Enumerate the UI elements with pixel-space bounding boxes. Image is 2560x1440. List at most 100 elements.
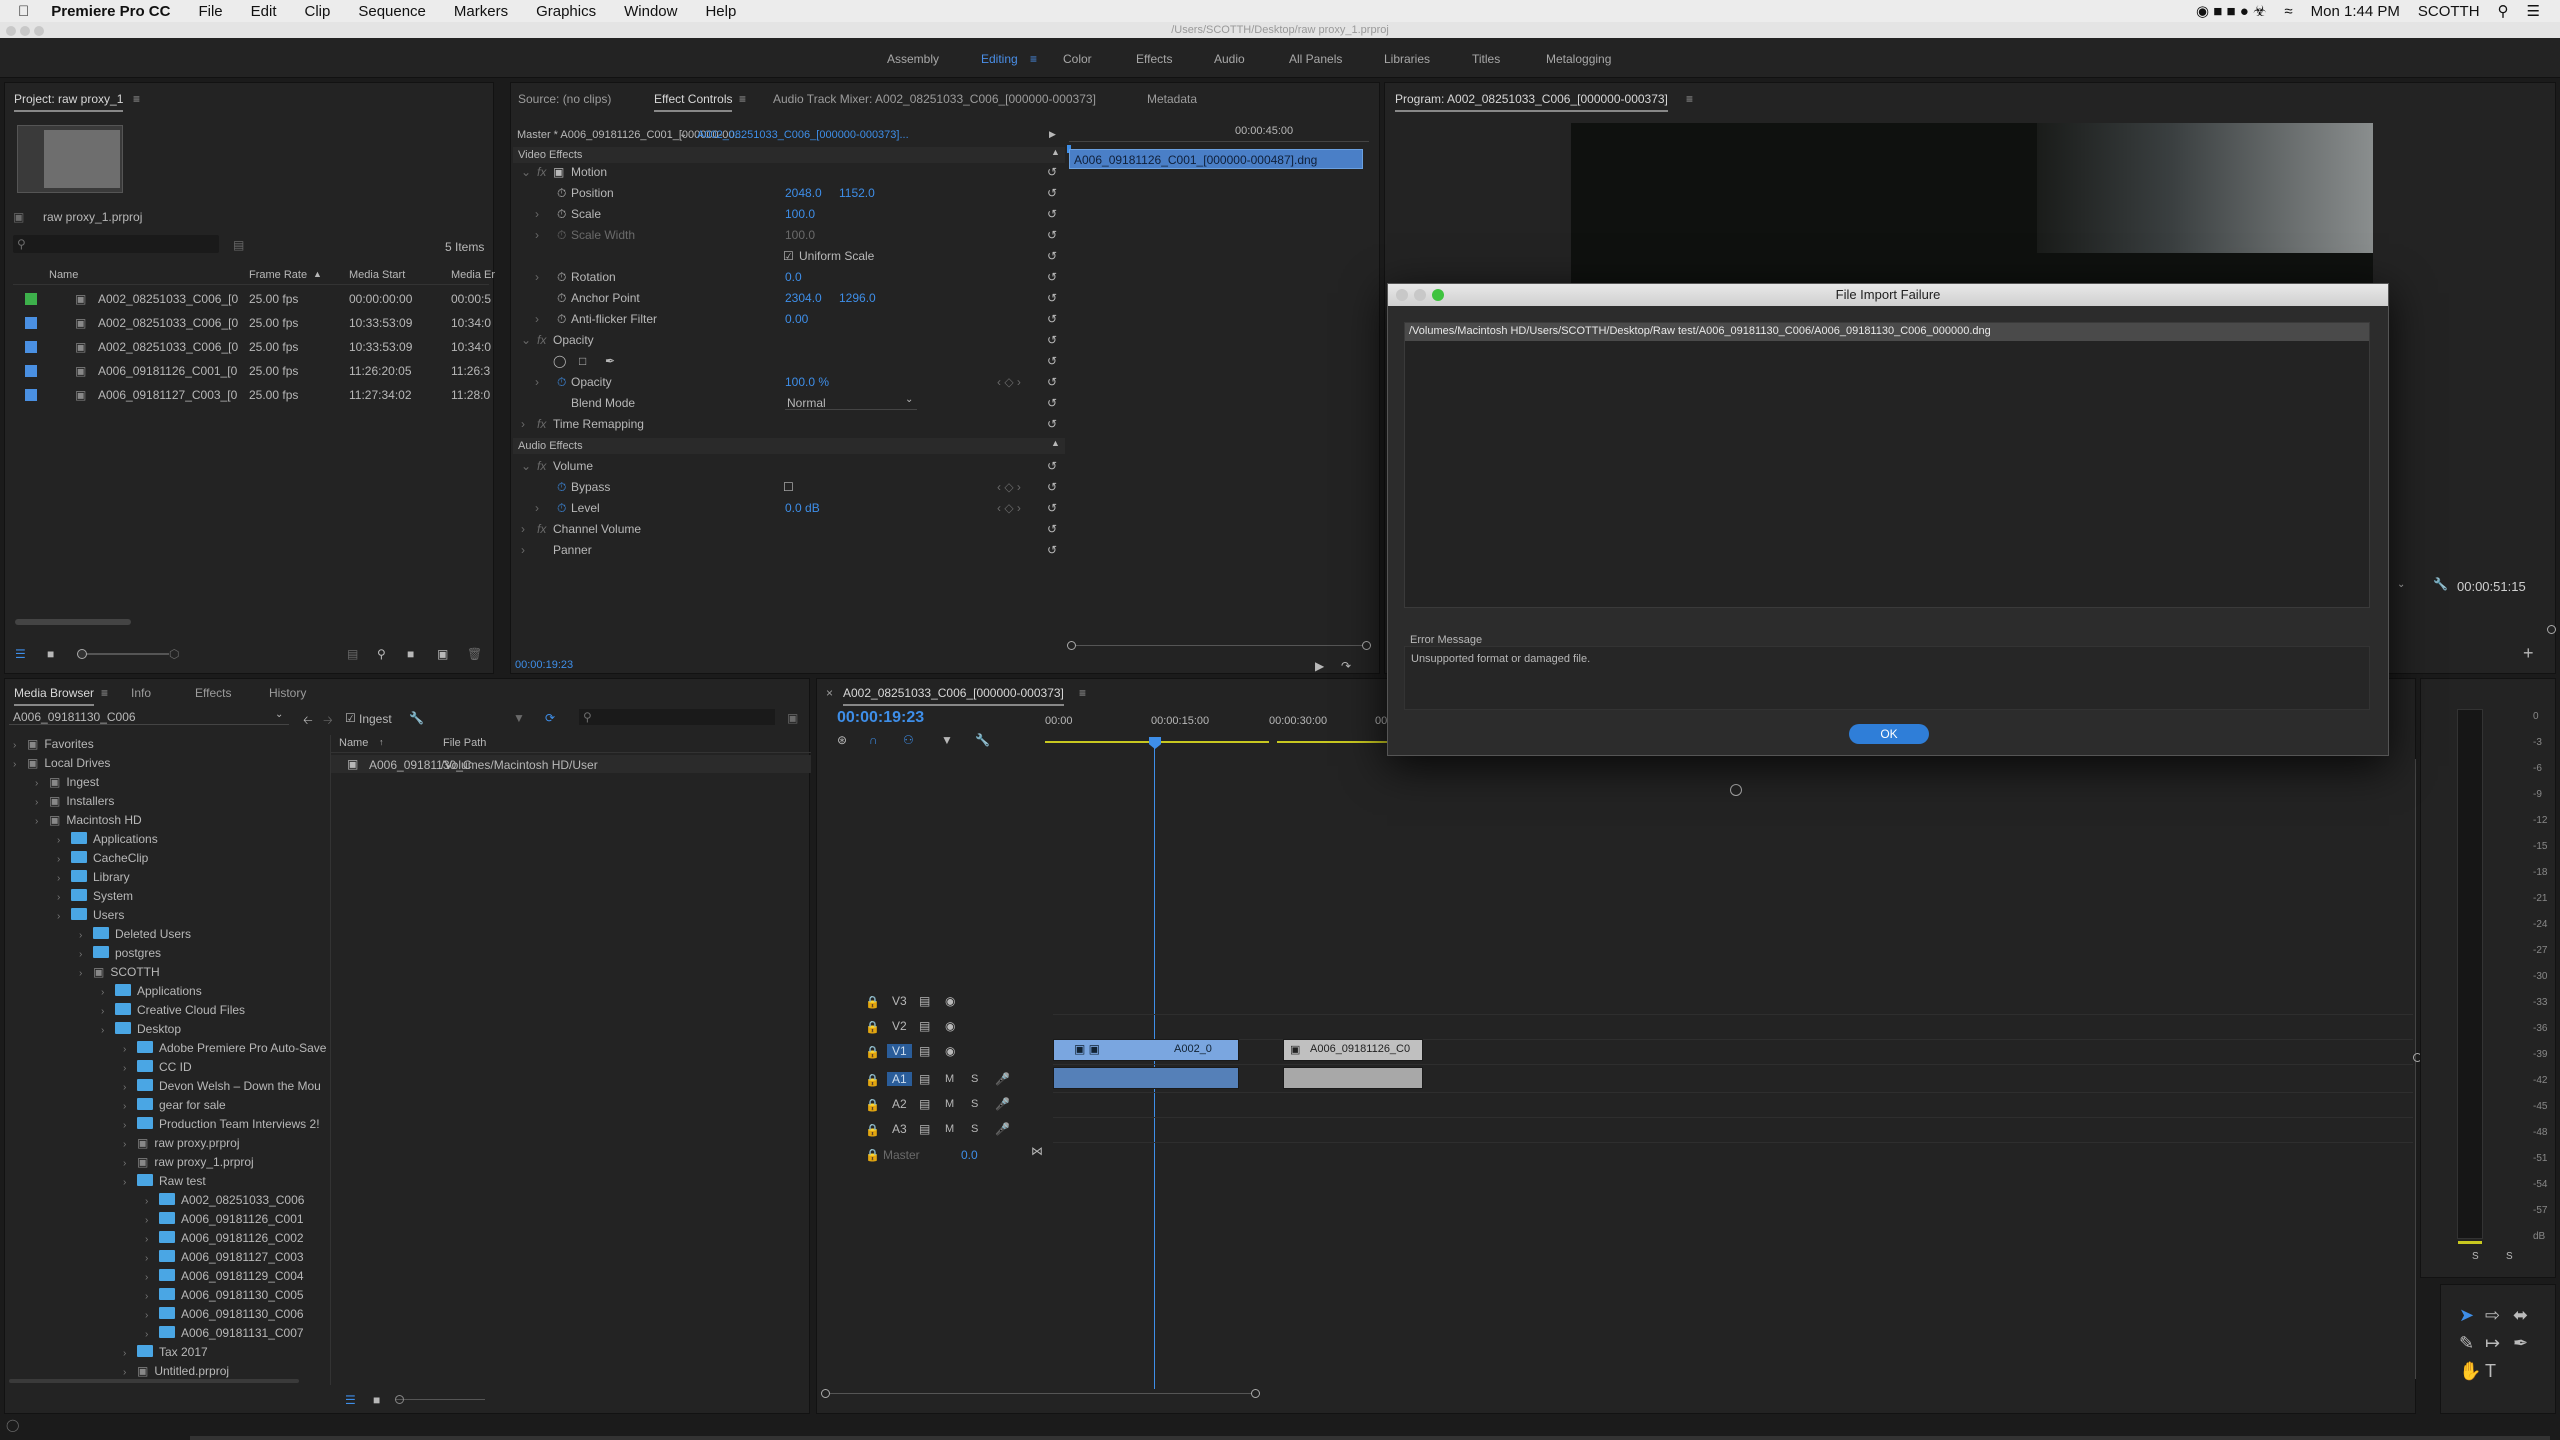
export-icon[interactable]: ↷ bbox=[1341, 659, 1351, 673]
label-color-swatch[interactable] bbox=[25, 365, 37, 377]
reset-icon[interactable]: ↺ bbox=[1047, 459, 1057, 473]
lock-icon[interactable]: 🔒 bbox=[865, 1148, 880, 1162]
chevron-icon[interactable]: › bbox=[35, 778, 49, 789]
zoom-slider[interactable] bbox=[77, 649, 169, 659]
lock-icon[interactable]: 🔒 bbox=[865, 1073, 880, 1087]
audio-clip-1[interactable] bbox=[1053, 1067, 1239, 1089]
mb-zoom-slider[interactable] bbox=[395, 1395, 485, 1404]
rotation-value[interactable]: 0.0 bbox=[785, 270, 802, 284]
reset-icon[interactable]: ↺ bbox=[1047, 270, 1057, 284]
menubar-clock[interactable]: Mon 1:44 PM bbox=[2311, 3, 2400, 20]
lock-icon[interactable]: 🔒 bbox=[865, 1123, 880, 1137]
chevron-icon[interactable]: › bbox=[101, 1025, 115, 1036]
pen-mask-icon[interactable]: ✒ bbox=[605, 354, 615, 368]
window-close-button[interactable] bbox=[6, 26, 16, 36]
video-clip-1[interactable]: ▣ ▣ A002_0 bbox=[1053, 1039, 1239, 1061]
fx-icon[interactable]: fx bbox=[537, 522, 546, 536]
workspace-editing[interactable]: Editing bbox=[981, 52, 1018, 66]
stopwatch-icon[interactable]: ⏱ bbox=[557, 501, 566, 516]
tree-item[interactable]: › ▣ raw proxy_1.prproj bbox=[5, 1153, 325, 1171]
tab-project[interactable]: Project: raw proxy_1 bbox=[14, 92, 124, 112]
notification-center-icon[interactable]: ☰ bbox=[2527, 2, 2540, 20]
chevron-icon[interactable]: › bbox=[145, 1272, 159, 1283]
chevron-icon[interactable]: › bbox=[145, 1253, 159, 1264]
spotlight-icon[interactable]: ⚲ bbox=[2498, 2, 2509, 20]
workspace-metalogging[interactable]: Metalogging bbox=[1546, 52, 1611, 66]
tree-item[interactable]: › A006_09181131_C007 bbox=[5, 1324, 325, 1342]
mb-h-scrollbar[interactable] bbox=[9, 1379, 299, 1383]
clear-icon[interactable]: 🗑 bbox=[467, 647, 482, 661]
tab-effects[interactable]: Effects bbox=[195, 686, 231, 700]
chevron-right-icon[interactable]: › bbox=[521, 543, 525, 557]
media-file-row[interactable]: ▣ A006_09181130_C /Volumes/Macintosh HD/… bbox=[331, 755, 811, 773]
selection-tool-icon[interactable]: ➤ bbox=[2459, 1305, 2474, 1326]
tree-item[interactable]: › Applications bbox=[5, 830, 325, 848]
automate-icon[interactable]: ▤ bbox=[347, 647, 358, 661]
linked-selection-icon[interactable]: ⚇ bbox=[903, 733, 914, 747]
reset-icon[interactable]: ↺ bbox=[1047, 249, 1057, 263]
tree-item[interactable]: › CC ID bbox=[5, 1058, 325, 1076]
chevron-icon[interactable]: › bbox=[123, 1158, 137, 1169]
new-bin-icon[interactable]: ■ bbox=[407, 647, 414, 661]
video-clip-2[interactable]: ▣ A006_09181126_C0 bbox=[1283, 1039, 1423, 1061]
solo-icon[interactable]: S bbox=[971, 1098, 978, 1110]
mute-icon[interactable]: M bbox=[945, 1098, 954, 1110]
ingest-checkbox-icon[interactable]: ☑ bbox=[345, 711, 356, 725]
lock-icon[interactable]: 🔒 bbox=[865, 1098, 880, 1112]
project-thumbnail[interactable] bbox=[17, 125, 123, 193]
chevron-icon[interactable]: › bbox=[145, 1310, 159, 1321]
chevron-icon[interactable]: › bbox=[57, 911, 71, 922]
stopwatch-icon[interactable]: ⏱ bbox=[557, 186, 566, 201]
timeline-h-scrollbar[interactable] bbox=[821, 1389, 1260, 1398]
tree-item[interactable]: › Applications bbox=[5, 982, 325, 1000]
collapse-icon[interactable]: ▲ bbox=[1051, 147, 1060, 157]
type-tool-icon[interactable]: T bbox=[2485, 1361, 2496, 1382]
solo-right[interactable]: S bbox=[2506, 1251, 2513, 1262]
failed-files-list[interactable]: /Volumes/Macintosh HD/Users/SCOTTH/Deskt… bbox=[1404, 322, 2370, 608]
workspace-all-panels[interactable]: All Panels bbox=[1289, 52, 1342, 66]
chevron-icon[interactable]: › bbox=[57, 892, 71, 903]
chevron-right-icon[interactable]: › bbox=[535, 501, 539, 515]
playhead-handle[interactable] bbox=[1149, 737, 1161, 749]
reset-icon[interactable]: ↺ bbox=[1047, 228, 1057, 242]
tab-effect-controls[interactable]: Effect Controls bbox=[654, 92, 733, 112]
reset-icon[interactable]: ↺ bbox=[1047, 522, 1057, 536]
mute-icon[interactable]: M bbox=[945, 1073, 954, 1085]
reset-icon[interactable]: ↺ bbox=[1047, 417, 1057, 431]
stopwatch-icon[interactable]: ⏱ bbox=[557, 312, 566, 327]
chevron-icon[interactable]: › bbox=[57, 854, 71, 865]
sync-lock-icon[interactable]: ▤ bbox=[919, 1072, 930, 1086]
track-target[interactable]: V2 bbox=[887, 1019, 912, 1033]
workspace-color[interactable]: Color bbox=[1063, 52, 1092, 66]
solo-icon[interactable]: S bbox=[971, 1073, 978, 1085]
tree-item[interactable]: › System bbox=[5, 887, 325, 905]
keyframe-nav-icon[interactable]: ‹ ◇ › bbox=[997, 480, 1021, 494]
snap-icon[interactable]: ∩ bbox=[869, 733, 878, 747]
timeline-timecode[interactable]: 00:00:19:23 bbox=[837, 709, 924, 727]
chevron-right-icon[interactable]: › bbox=[535, 312, 539, 326]
chevron-icon[interactable]: › bbox=[123, 1063, 137, 1074]
position-x[interactable]: 2048.0 bbox=[785, 186, 822, 200]
menu-graphics[interactable]: Graphics bbox=[536, 3, 596, 20]
chevron-right-icon[interactable]: › bbox=[521, 522, 525, 536]
chevron-right-icon[interactable]: › bbox=[521, 417, 525, 431]
reset-icon[interactable]: ↺ bbox=[1047, 354, 1057, 368]
ec-h-scrollbar[interactable] bbox=[1067, 641, 1371, 650]
reset-icon[interactable]: ↺ bbox=[1047, 396, 1057, 410]
reset-icon[interactable]: ↺ bbox=[1047, 207, 1057, 221]
solo-left[interactable]: S bbox=[2472, 1251, 2479, 1262]
sync-lock-icon[interactable]: ▤ bbox=[919, 1019, 930, 1033]
lock-icon[interactable]: 🔒 bbox=[865, 995, 880, 1009]
nest-icon[interactable]: ⊛ bbox=[837, 733, 847, 747]
panel-menu-icon[interactable]: ≡ bbox=[1686, 92, 1693, 106]
reset-icon[interactable]: ↺ bbox=[1047, 480, 1057, 494]
menubar-user[interactable]: SCOTTH bbox=[2418, 3, 2480, 20]
tree-item[interactable]: › ▣ Favorites bbox=[5, 735, 325, 753]
ok-button[interactable]: OK bbox=[1849, 724, 1929, 744]
tree-item[interactable]: › ▣ Installers bbox=[5, 792, 325, 810]
chevron-right-icon[interactable]: › bbox=[535, 228, 539, 242]
track-target[interactable]: V1 bbox=[887, 1044, 912, 1058]
dialog-minimize-button[interactable] bbox=[1414, 289, 1426, 301]
menu-edit[interactable]: Edit bbox=[251, 3, 277, 20]
tab-history[interactable]: History bbox=[269, 686, 306, 700]
